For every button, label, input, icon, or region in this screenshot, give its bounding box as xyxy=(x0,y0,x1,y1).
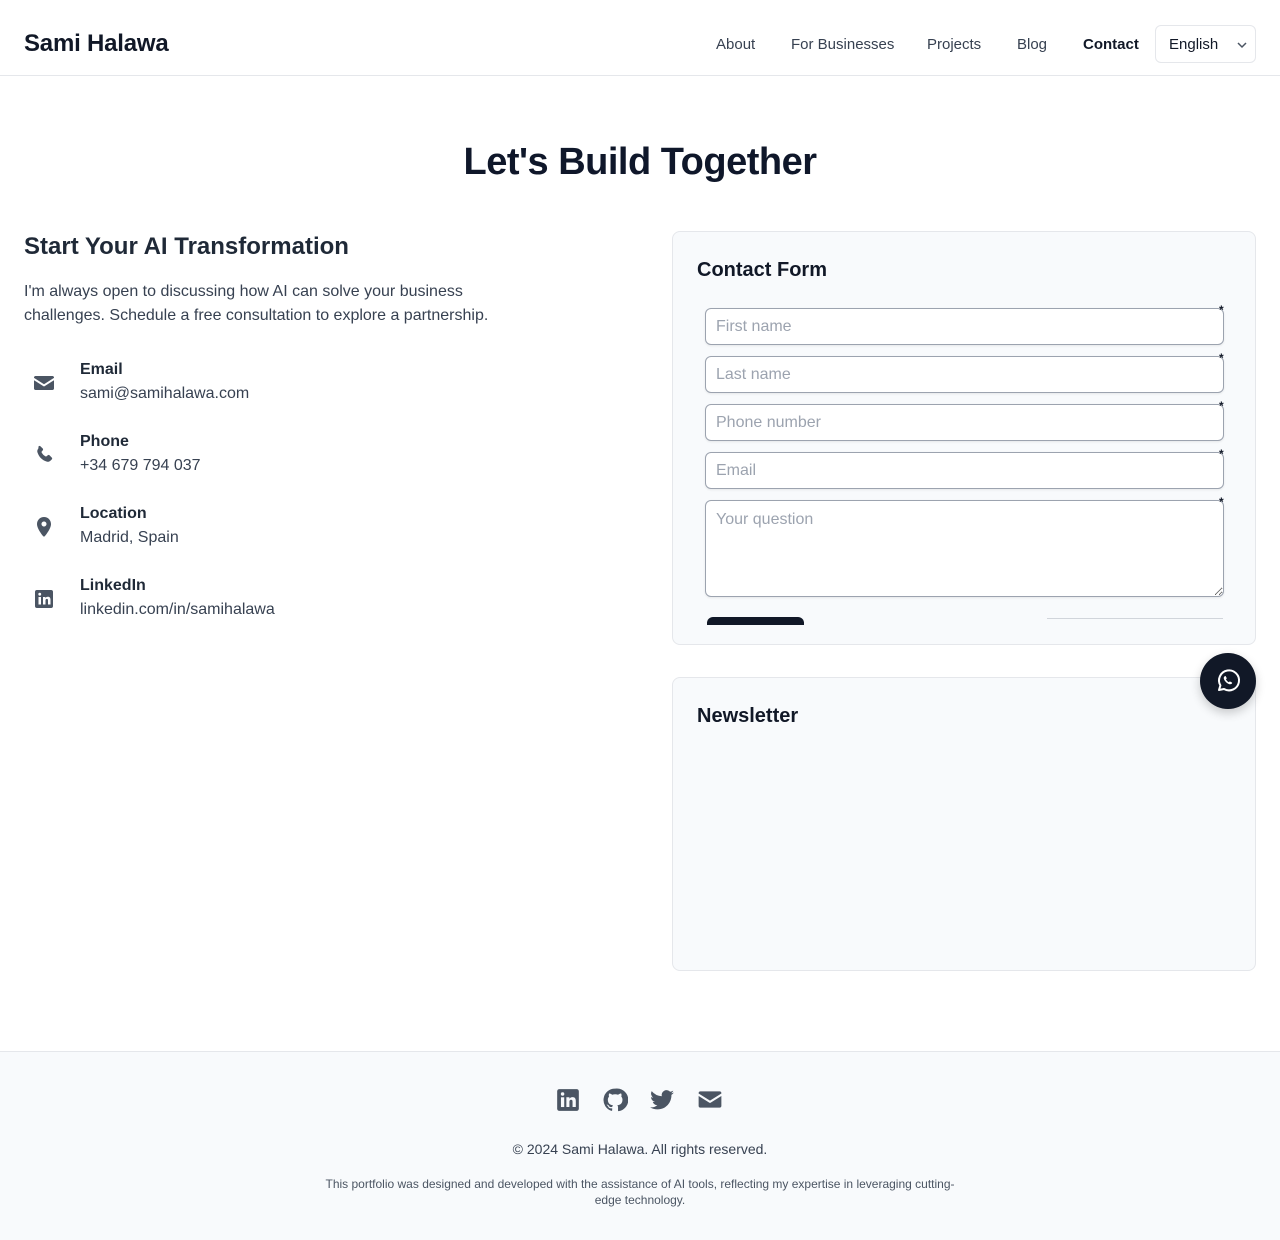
contact-section-title: Start Your AI Transformation xyxy=(24,233,349,260)
contact-info-phone: Phone +34 679 794 037 xyxy=(24,433,424,489)
twitter-icon[interactable] xyxy=(649,1087,675,1113)
nav-link-contact[interactable]: Contact xyxy=(1083,36,1139,53)
submit-button[interactable] xyxy=(707,617,804,625)
question-textarea[interactable] xyxy=(705,500,1224,597)
linkedin-icon xyxy=(35,590,53,608)
envelope-icon[interactable] xyxy=(697,1087,723,1113)
contact-info-linkedin: LinkedIn linkedin.com/in/samihalawa xyxy=(24,577,424,633)
contact-info-label: LinkedIn xyxy=(80,577,146,594)
site-header: Sami Halawa About For Businesses Project… xyxy=(0,0,1280,76)
nav-link-projects[interactable]: Projects xyxy=(927,36,981,53)
contact-section-intro: I'm always open to discussing how AI can… xyxy=(24,283,489,324)
required-marker: * xyxy=(1219,351,1224,365)
captcha-widget[interactable] xyxy=(1047,618,1223,619)
map-pin-icon xyxy=(37,517,51,537)
required-marker: * xyxy=(1219,303,1224,317)
required-marker: * xyxy=(1219,447,1224,461)
phone-input[interactable] xyxy=(705,404,1224,441)
last-name-input[interactable] xyxy=(705,356,1224,393)
nav-link-blog[interactable]: Blog xyxy=(1017,36,1047,53)
email-input[interactable] xyxy=(705,452,1224,489)
footer-copyright: © 2024 Sami Halawa. All rights reserved. xyxy=(512,1141,768,1157)
contact-info-label: Location xyxy=(80,505,147,522)
contact-form-card: Contact Form * * * * * xyxy=(672,231,1256,645)
newsletter-title: Newsletter xyxy=(697,705,799,727)
language-select[interactable]: English xyxy=(1155,25,1256,63)
footer-disclaimer: This portfolio was designed and develope… xyxy=(325,1177,955,1207)
phone-icon xyxy=(37,445,53,462)
newsletter-card: Newsletter xyxy=(672,677,1256,971)
site-brand[interactable]: Sami Halawa xyxy=(24,30,169,58)
phone-link[interactable]: +34 679 794 037 xyxy=(80,457,201,475)
first-name-input[interactable] xyxy=(705,308,1224,345)
envelope-icon xyxy=(34,376,54,390)
nav-link-for-businesses[interactable]: For Businesses xyxy=(791,36,894,53)
contact-info-label: Phone xyxy=(80,433,129,450)
contact-info-label: Email xyxy=(80,361,123,378)
linkedin-link[interactable]: linkedin.com/in/samihalawa xyxy=(80,601,275,619)
page-title: Let's Build Together xyxy=(463,141,817,183)
contact-info-email: Email sami@samihalawa.com xyxy=(24,361,424,417)
email-link[interactable]: sami@samihalawa.com xyxy=(80,385,249,403)
whatsapp-icon xyxy=(1218,669,1241,692)
language-select-value: English xyxy=(1169,36,1219,53)
nav-link-about[interactable]: About xyxy=(716,36,755,53)
required-marker: * xyxy=(1219,495,1224,509)
whatsapp-button[interactable] xyxy=(1200,653,1256,709)
linkedin-icon[interactable] xyxy=(555,1087,581,1113)
chevron-down-icon xyxy=(1237,42,1247,49)
contact-info-location: Location Madrid, Spain xyxy=(24,505,424,561)
github-icon[interactable] xyxy=(602,1087,628,1113)
contact-form-title: Contact Form xyxy=(697,259,827,281)
required-marker: * xyxy=(1219,399,1224,413)
location-value: Madrid, Spain xyxy=(80,529,179,546)
